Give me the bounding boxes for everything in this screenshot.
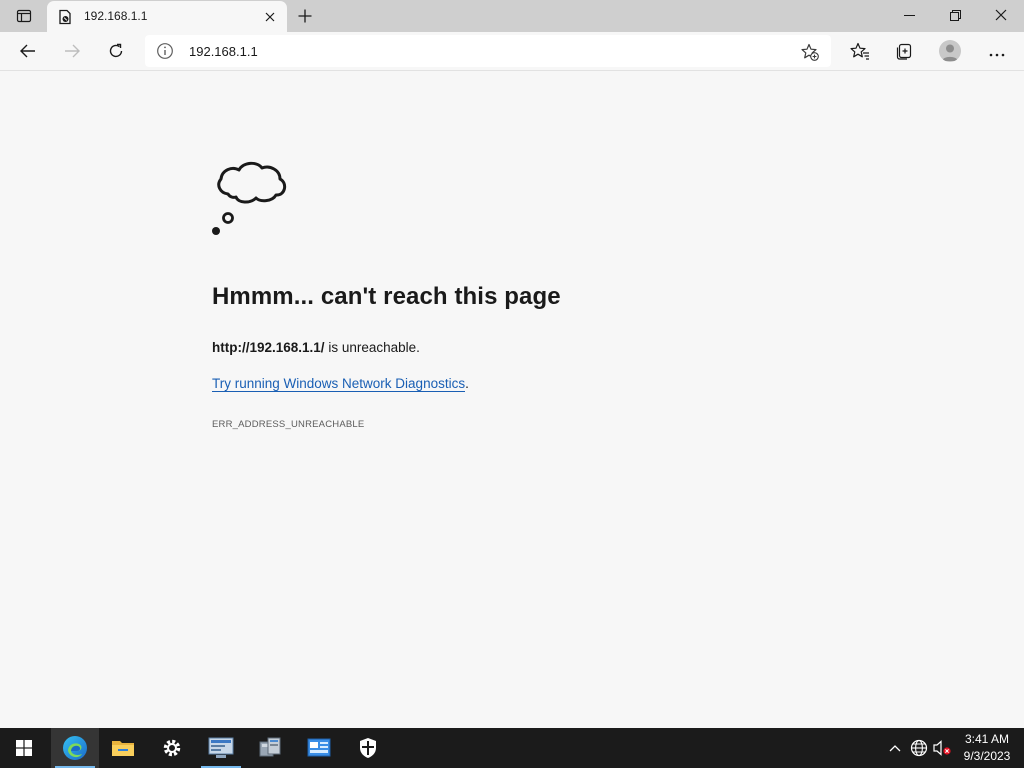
taskbar-control-panel[interactable]	[295, 728, 343, 768]
taskbar-network-app[interactable]	[246, 728, 294, 768]
taskbar-clock[interactable]: 3:41 AM 9/3/2023	[954, 731, 1020, 765]
error-code: ERR_ADDRESS_UNREACHABLE	[212, 419, 365, 430]
close-icon	[995, 9, 1007, 21]
collections-button[interactable]	[889, 36, 919, 66]
browser-tab[interactable]: 192.168.1.1	[47, 1, 287, 32]
error-message: http://192.168.1.1/ is unreachable.	[212, 340, 420, 355]
start-icon	[16, 740, 32, 756]
user-icon	[942, 44, 958, 61]
volume-muted-icon	[933, 740, 951, 756]
more-icon	[989, 53, 1005, 57]
back-button[interactable]	[13, 36, 43, 66]
chevron-up-icon	[889, 745, 901, 752]
add-favorite-icon[interactable]	[800, 42, 820, 62]
edge-icon	[63, 736, 87, 760]
settings-more-button[interactable]	[982, 36, 1012, 66]
network-icon	[259, 737, 281, 757]
address-text[interactable]: 192.168.1.1	[189, 44, 258, 59]
diagnostics-line: Try running Windows Network Diagnostics.	[212, 376, 469, 392]
favorites-button[interactable]	[845, 36, 875, 66]
favorites-icon	[850, 42, 869, 60]
error-url: http://192.168.1.1/	[212, 340, 325, 355]
plus-icon	[298, 9, 312, 23]
refresh-button[interactable]	[101, 36, 131, 66]
tab-strip: 192.168.1.1	[0, 0, 1024, 32]
restore-button[interactable]	[932, 0, 978, 30]
show-hidden-icons-button[interactable]	[885, 738, 905, 758]
control-panel-icon	[307, 738, 331, 757]
taskbar-file-explorer[interactable]	[99, 728, 147, 768]
info-icon[interactable]	[156, 42, 174, 60]
error-message-text: is unreachable.	[324, 340, 420, 355]
forward-button[interactable]	[57, 36, 87, 66]
browser-toolbar: 192.168.1.1	[0, 32, 1024, 71]
taskbar-server-manager[interactable]	[197, 728, 245, 768]
close-window-button[interactable]	[978, 0, 1024, 30]
taskbar-edge[interactable]	[51, 728, 99, 768]
security-icon	[360, 738, 376, 758]
address-bar[interactable]: 192.168.1.1	[145, 35, 831, 67]
profile-avatar[interactable]	[939, 40, 961, 62]
error-heading: Hmmm... can't reach this page	[212, 283, 561, 310]
tab-actions-icon	[16, 9, 32, 23]
error-page: Hmmm... can't reach this page http://192…	[0, 72, 1024, 728]
minimize-button[interactable]	[886, 0, 932, 30]
close-icon	[265, 12, 275, 22]
clock-date: 9/3/2023	[963, 749, 1011, 763]
globe-icon	[910, 739, 928, 757]
clock-time: 3:41 AM	[964, 732, 1010, 746]
tab-actions-button[interactable]	[8, 4, 40, 28]
settings-icon	[163, 739, 181, 757]
tab-close-button[interactable]	[261, 8, 279, 26]
taskbar-settings[interactable]	[148, 728, 196, 768]
collections-icon	[896, 43, 912, 60]
back-arrow-icon	[20, 44, 35, 58]
server-manager-icon	[208, 737, 234, 758]
network-status-button[interactable]	[909, 738, 929, 758]
file-explorer-icon	[112, 741, 134, 756]
thought-cloud-icon	[212, 161, 287, 235]
page-error-icon	[59, 9, 71, 25]
refresh-icon	[109, 43, 123, 58]
taskbar: 3:41 AM 9/3/2023	[0, 728, 1024, 768]
volume-button[interactable]	[932, 738, 952, 758]
start-button[interactable]	[0, 728, 48, 768]
diagnostics-period: .	[465, 376, 469, 391]
network-diagnostics-link[interactable]: Try running Windows Network Diagnostics	[212, 376, 466, 392]
new-tab-button[interactable]	[291, 3, 319, 29]
forward-arrow-icon	[65, 44, 80, 58]
restore-icon	[949, 9, 961, 21]
taskbar-security[interactable]	[344, 728, 392, 768]
tab-title: 192.168.1.1	[84, 9, 148, 23]
minimize-icon	[903, 14, 915, 16]
